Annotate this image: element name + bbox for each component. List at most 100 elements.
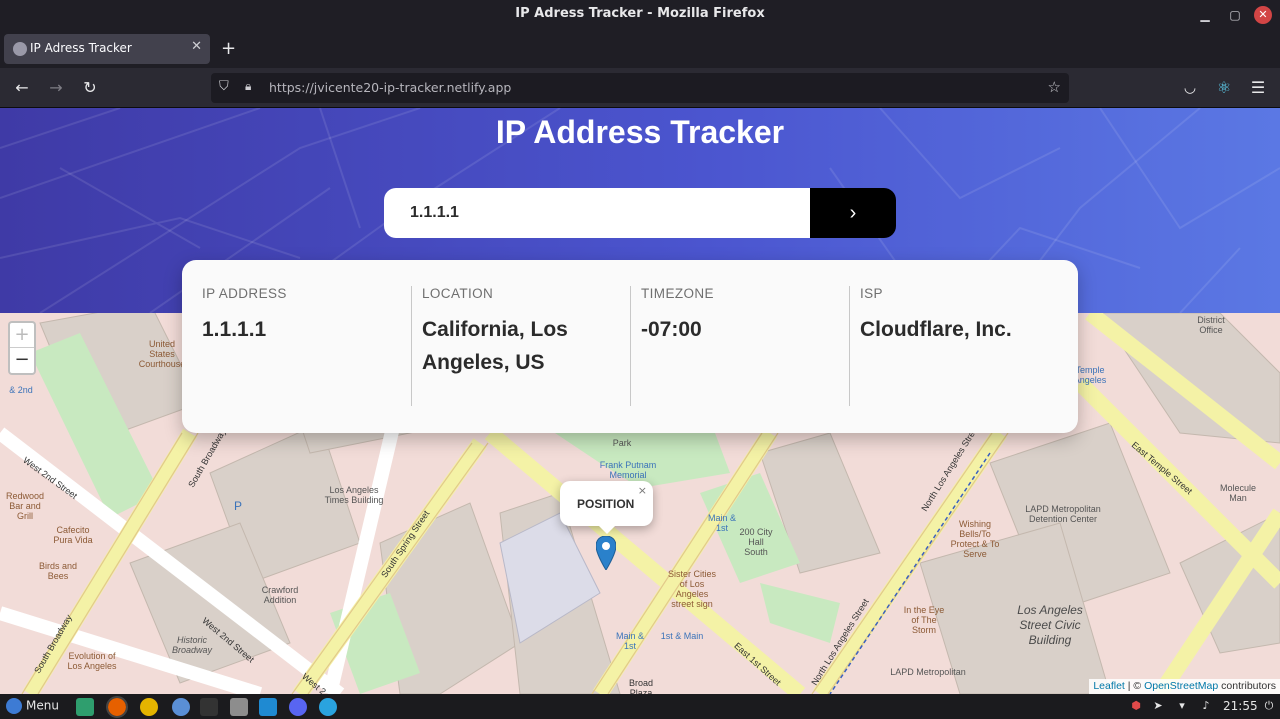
map-marker-icon[interactable] — [596, 536, 616, 570]
start-menu-button[interactable]: Menu — [6, 698, 59, 714]
close-window-icon[interactable]: ✕ — [1254, 6, 1272, 24]
maximize-icon[interactable]: ▢ — [1226, 6, 1244, 24]
ip-address-label: IP ADDRESS — [202, 286, 287, 301]
forward-arrow-icon[interactable]: → — [46, 78, 66, 98]
popup-text: POSITION — [577, 497, 635, 511]
map-label: P — [234, 499, 243, 513]
attribution-contributors: contributors — [1221, 680, 1276, 692]
notification-icon[interactable]: ⬢ — [1129, 699, 1143, 713]
zoom-in-button[interactable]: + — [10, 323, 34, 348]
map-label: In the Eye of The Storm — [903, 605, 945, 635]
map-label: Los Angeles Street Civic Building — [1017, 603, 1083, 647]
map-label: 200 City Hall South — [739, 527, 773, 557]
map-label: Historic Broadway — [171, 635, 213, 655]
location-label: LOCATION — [422, 286, 494, 301]
map-label: Crawford Addition — [261, 585, 299, 605]
page-title: IP Address Tracker — [495, 114, 785, 150]
url-text[interactable]: https://jvicente20-ip-tracker.netlify.ap… — [269, 80, 511, 95]
telegram-tray-icon[interactable]: ➤ — [1151, 699, 1165, 713]
timezone-label: TIMEZONE — [641, 286, 714, 301]
react-devtools-icon[interactable]: ⚛ — [1214, 78, 1234, 98]
submit-button[interactable]: › — [810, 188, 896, 238]
map-label: Los Angeles Times Building — [324, 485, 384, 505]
divider — [411, 286, 412, 406]
isp-label: ISP — [860, 286, 883, 301]
divider — [630, 286, 631, 406]
chevron-right-icon: › — [849, 202, 857, 224]
shield-icon[interactable]: ⛉ — [219, 79, 235, 95]
map-label: Frank Putnam Memorial — [599, 460, 657, 480]
taskbar: Menu ⬢ ➤ ▾ ♪ 21:55 ⏻ — [0, 694, 1280, 719]
fedora-icon — [6, 698, 22, 714]
zoom-control: + − — [8, 321, 36, 375]
globe-icon — [13, 42, 27, 56]
power-icon[interactable]: ⏻ — [1262, 699, 1276, 713]
map-label: & 2nd — [9, 385, 33, 395]
location-section: LOCATION California, Los Angeles, US — [422, 286, 592, 379]
attribution-sep: | © — [1127, 680, 1142, 692]
ip-address-section: IP ADDRESS 1.1.1.1 — [202, 286, 402, 346]
tab-ip-tracker[interactable]: IP Adress Tracker ✕ — [4, 34, 210, 64]
isp-value: Cloudflare, Inc. — [860, 318, 1012, 341]
window-title: IP Adress Tracker - Mozilla Firefox — [515, 6, 765, 21]
osm-link[interactable]: OpenStreetMap — [1144, 680, 1218, 692]
volume-icon[interactable]: ♪ — [1199, 699, 1213, 713]
search-form: › — [384, 188, 896, 238]
popup-close-icon[interactable]: × — [638, 484, 647, 497]
url-bar[interactable]: ⛉ 🔒︎ https://jvicente20-ip-tracker.netli… — [211, 73, 1069, 103]
back-arrow-icon[interactable]: ← — [12, 78, 32, 98]
isp-section: ISP Cloudflare, Inc. — [860, 286, 1060, 346]
timezone-section: TIMEZONE -07:00 — [641, 286, 841, 346]
divider — [849, 286, 850, 406]
map-label: Park — [612, 438, 632, 448]
close-tab-icon[interactable]: ✕ — [191, 39, 202, 54]
telegram-icon[interactable] — [319, 698, 337, 716]
map-attribution: Leaflet | © OpenStreetMap contributors — [1089, 679, 1280, 694]
ip-search-input[interactable] — [384, 188, 811, 238]
map-label: LAPD Metropolitan Detention Center — [1025, 504, 1101, 524]
map-label: Molecule Man — [1219, 483, 1257, 503]
map-label: Wishing Bells/To Protect & To Serve — [950, 519, 1000, 559]
map-label: United States Courthouse — [138, 339, 186, 369]
timezone-value: -07:00 — [641, 318, 702, 341]
map-label: Broad Plaza — [628, 678, 654, 694]
wifi-icon[interactable]: ▾ — [1175, 699, 1189, 713]
discord-icon[interactable] — [289, 698, 307, 716]
firefox-icon[interactable] — [106, 696, 128, 718]
map-label: Cafecito Pura Vida — [53, 525, 93, 545]
map-label: Evolution of Los Angeles — [67, 651, 117, 671]
archive-icon[interactable] — [230, 698, 248, 716]
map-label: District Office — [1197, 315, 1225, 335]
hamburger-menu-icon[interactable]: ☰ — [1248, 78, 1268, 98]
zoom-out-button[interactable]: − — [10, 348, 34, 373]
map-label: Birds and Bees — [38, 561, 78, 581]
browser-icon[interactable] — [172, 698, 190, 716]
position-popup: POSITION × — [560, 481, 653, 534]
window-titlebar: IP Adress Tracker - Mozilla Firefox ▁ ▢ … — [0, 0, 1280, 30]
lock-icon[interactable]: 🔒︎ — [245, 79, 259, 95]
terminal-icon[interactable] — [200, 698, 218, 716]
leaflet-link[interactable]: Leaflet — [1093, 680, 1125, 692]
menu-label: Menu — [26, 698, 59, 713]
location-value: California, Los Angeles, US — [422, 318, 568, 374]
map-label: Main & 1st — [615, 631, 644, 651]
navigation-bar: ← → ↻ ⛉ 🔒︎ https://jvicente20-ip-tracker… — [0, 68, 1280, 108]
ip-address-value: 1.1.1.1 — [202, 318, 267, 341]
tab-label: IP Adress Tracker — [30, 41, 132, 55]
new-tab-button[interactable]: + — [221, 38, 236, 59]
minimize-icon[interactable]: ▁ — [1196, 6, 1214, 24]
pocket-icon[interactable]: ◡ — [1180, 78, 1200, 98]
page-viewport: IP Address Tracker › IP ADDRESS 1.1.1.1 … — [0, 108, 1280, 694]
chrome-icon[interactable] — [140, 698, 158, 716]
clock[interactable]: 21:55 — [1223, 699, 1258, 713]
bookmark-star-icon[interactable]: ☆ — [1048, 78, 1061, 96]
map-label: Redwood Bar and Grill — [5, 491, 45, 521]
map-label: Sister Cities of Los Angeles street sign — [667, 569, 716, 609]
reload-icon[interactable]: ↻ — [80, 78, 100, 98]
files-icon[interactable] — [76, 698, 94, 716]
popup-tip — [598, 525, 616, 534]
vscode-icon[interactable] — [259, 698, 277, 716]
map-label: Main & 1st — [707, 513, 736, 533]
map-label: 1st & Main — [660, 631, 704, 641]
ip-info-card: IP ADDRESS 1.1.1.1 LOCATION California, … — [182, 260, 1078, 433]
